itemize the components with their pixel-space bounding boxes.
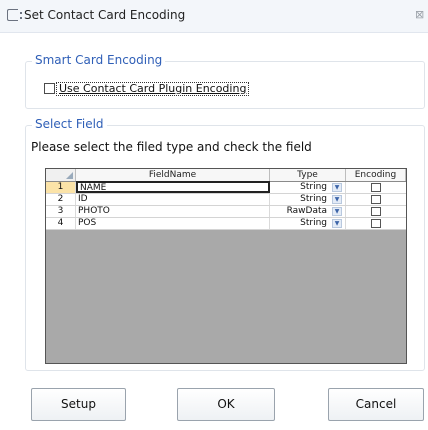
row-number[interactable]: 3 bbox=[46, 206, 76, 217]
field-name-cell[interactable]: ID bbox=[76, 194, 270, 205]
encoding-checkbox[interactable] bbox=[371, 183, 381, 192]
field-name-cell[interactable]: POS bbox=[76, 218, 270, 229]
use-plugin-encoding-checkbox[interactable] bbox=[44, 83, 55, 94]
type-dropdown-arrow-icon[interactable]: ▼ bbox=[332, 219, 342, 228]
setup-button[interactable]: Setup bbox=[31, 388, 126, 421]
window-title: Set Contact Card Encoding bbox=[24, 8, 186, 22]
table-row[interactable]: 1 NAME String ▼ bbox=[46, 181, 406, 194]
type-dropdown-arrow-icon[interactable]: ▼ bbox=[332, 207, 342, 216]
row-number[interactable]: 2 bbox=[46, 194, 76, 205]
close-icon[interactable]: ⊠ bbox=[415, 7, 428, 23]
field-grid[interactable]: FieldName Type Encoding 1 NAME String ▼ … bbox=[45, 168, 407, 364]
title-bar[interactable]: Set Contact Card Encoding ⊠ bbox=[0, 0, 428, 33]
grid-corner-cell[interactable] bbox=[46, 169, 76, 181]
encoding-checkbox[interactable] bbox=[371, 219, 381, 228]
table-row[interactable]: 2 ID String ▼ bbox=[46, 194, 406, 206]
type-dropdown-arrow-icon[interactable]: ▼ bbox=[332, 195, 342, 204]
row-number[interactable]: 1 bbox=[46, 182, 76, 193]
row-number[interactable]: 4 bbox=[46, 218, 76, 229]
ok-button[interactable]: OK bbox=[177, 388, 275, 421]
dialog-window: Set Contact Card Encoding ⊠ Smart Card E… bbox=[0, 0, 428, 430]
table-row[interactable]: 4 POS String ▼ bbox=[46, 218, 406, 230]
field-name-cell[interactable]: NAME bbox=[76, 181, 270, 193]
type-dropdown-arrow-icon[interactable]: ▼ bbox=[332, 183, 342, 192]
cancel-button[interactable]: Cancel bbox=[328, 388, 424, 421]
select-all-triangle-icon bbox=[66, 172, 73, 179]
table-row[interactable]: 3 PHOTO RawData ▼ bbox=[46, 206, 406, 218]
encoding-checkbox[interactable] bbox=[371, 207, 381, 216]
app-window-icon bbox=[7, 9, 22, 21]
smart-card-encoding-legend: Smart Card Encoding bbox=[32, 53, 166, 67]
column-header-fieldname[interactable]: FieldName bbox=[76, 169, 270, 181]
column-header-type[interactable]: Type bbox=[270, 169, 346, 181]
select-field-instruction: Please select the filed type and check t… bbox=[31, 140, 312, 154]
select-field-legend: Select Field bbox=[32, 117, 107, 131]
encoding-checkbox[interactable] bbox=[371, 195, 381, 204]
use-plugin-encoding-label[interactable]: Use Contact Card Plugin Encoding bbox=[56, 82, 250, 96]
column-header-encoding[interactable]: Encoding bbox=[346, 169, 406, 181]
field-name-cell[interactable]: PHOTO bbox=[76, 206, 270, 217]
